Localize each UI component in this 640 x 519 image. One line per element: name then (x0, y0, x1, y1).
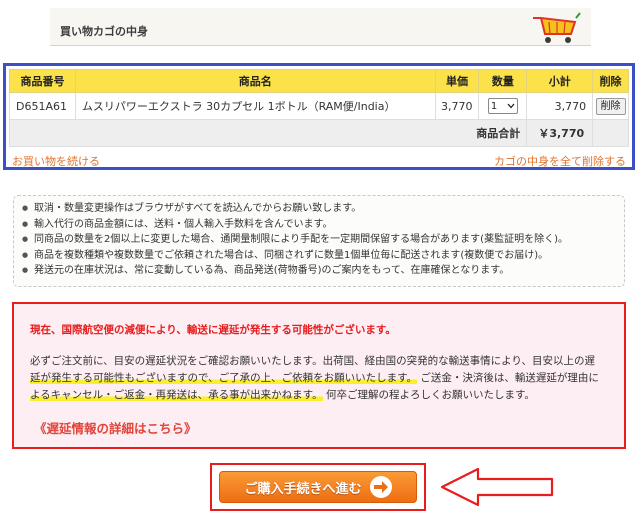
quantity-value: 1 (490, 100, 498, 112)
cart-box: 商品番号 商品名 単価 数量 小計 削除 D651A61 ムスリパワーエクストラ… (3, 63, 635, 170)
warning-headline: 現在、国際航空便の減便により、輸送に遅延が発生する可能性がございます。 (30, 324, 396, 336)
column-header: 数量 (478, 69, 528, 93)
chevron-down-icon (507, 103, 515, 109)
unit-price: 3,770 (434, 92, 480, 120)
delay-warning-box: 現在、国際航空便の減便により、輸送に遅延が発生する可能性がございます。 必ずご注… (12, 302, 626, 449)
page-header: 買い物カゴの中身 (50, 8, 591, 46)
delay-detail-link[interactable]: 《遅延情報の詳細はこちら》 (34, 418, 197, 437)
delete-button[interactable]: 削除 (595, 97, 626, 115)
cart-links: お買い物を続ける カゴの中身を全て削除する (9, 150, 629, 168)
note-item: 輸入代行の商品金額には、送料・個人輸入手数料を含んでいます。 (22, 217, 616, 233)
note-item: 取消・数量変更操作はブラウザがすべてを読込んでからお願い致します。 (22, 201, 616, 217)
page-title: 買い物カゴの中身 (60, 25, 148, 38)
warning-text: 必ずご注文前に、目安の遅延状況をご確認お願いいたします。出荷国、経由国の突発的な… (30, 355, 596, 367)
quantity-select[interactable]: 1 (487, 98, 518, 114)
column-header: 商品番号 (9, 69, 76, 93)
column-header: 商品名 (74, 69, 436, 93)
column-header: 小計 (526, 69, 594, 93)
pointer-arrow-icon (440, 467, 554, 507)
note-item: 同商品の数量を2個以上に変更した場合、通関量制限により手配を一定期間保留する場合… (22, 232, 616, 248)
note-item: 商品を複数種類や複数数量でご依頼された場合は、同梱されずに数量1個単位毎に配送さ… (22, 248, 616, 264)
subtotal: 3,770 (526, 92, 594, 120)
table-header-row: 商品番号 商品名 単価 数量 小計 削除 (9, 69, 629, 93)
product-code: D651A61 (9, 92, 76, 120)
total-empty-cell (592, 119, 629, 147)
proceed-label: ご購入手続きへ進む (244, 481, 362, 497)
delete-cell: 削除 (592, 92, 629, 120)
notes-box: 取消・数量変更操作はブラウザがすべてを読込んでからお願い致します。 輸入代行の商… (13, 195, 625, 287)
total-label: 商品合計 (8, 119, 528, 147)
table-row: D651A61 ムスリパワーエクストラ 30カプセル 1ボトル（RAM便/Ind… (9, 92, 629, 120)
warning-text: ご送金・決済後は、輸送遅延が理由に (420, 372, 599, 384)
cart-page: 買い物カゴの中身 商品番号 商品名 単価 数量 小計 削除 D651A61 ムス… (0, 0, 640, 519)
cart-table: 商品番号 商品名 単価 数量 小計 削除 D651A61 ムスリパワーエクストラ… (8, 69, 629, 147)
proceed-checkout-button[interactable]: ご購入手続きへ進む (219, 471, 417, 503)
total-row: 商品合計 ￥3,770 (8, 119, 629, 147)
clear-cart-link[interactable]: カゴの中身を全て削除する (494, 153, 626, 169)
quantity-cell: 1 (478, 92, 528, 120)
warning-body: 必ずご注文前に、目安の遅延状況をご確認お願いいたします。出荷国、経由国の突発的な… (30, 353, 616, 404)
shopping-cart-icon (533, 12, 581, 43)
warning-text-highlight: よるキャンセル・ご返金・再発送は、承る事が出来かねます。 (30, 389, 323, 401)
column-header: 単価 (434, 69, 480, 93)
column-header: 削除 (592, 69, 629, 93)
total-value: ￥3,770 (526, 119, 594, 147)
product-name-link[interactable]: ムスリパワーエクストラ 30カプセル 1ボトル（RAM便/India） (74, 92, 436, 120)
warning-text-highlight: 延が発生する可能性もございますので、ご了承の上、ご依頼をお願いいたします。 (30, 372, 418, 384)
proceed-frame: ご購入手続きへ進む (210, 463, 426, 511)
continue-shopping-link[interactable]: お買い物を続ける (12, 153, 100, 169)
note-item: 発送元の在庫状況は、常に変動している為、商品発送(荷物番号)のご案内をもって、在… (22, 263, 616, 279)
warning-text: 何卒ご理解の程よろしくお願いいたします。 (325, 389, 535, 401)
arrow-right-icon (369, 476, 392, 498)
